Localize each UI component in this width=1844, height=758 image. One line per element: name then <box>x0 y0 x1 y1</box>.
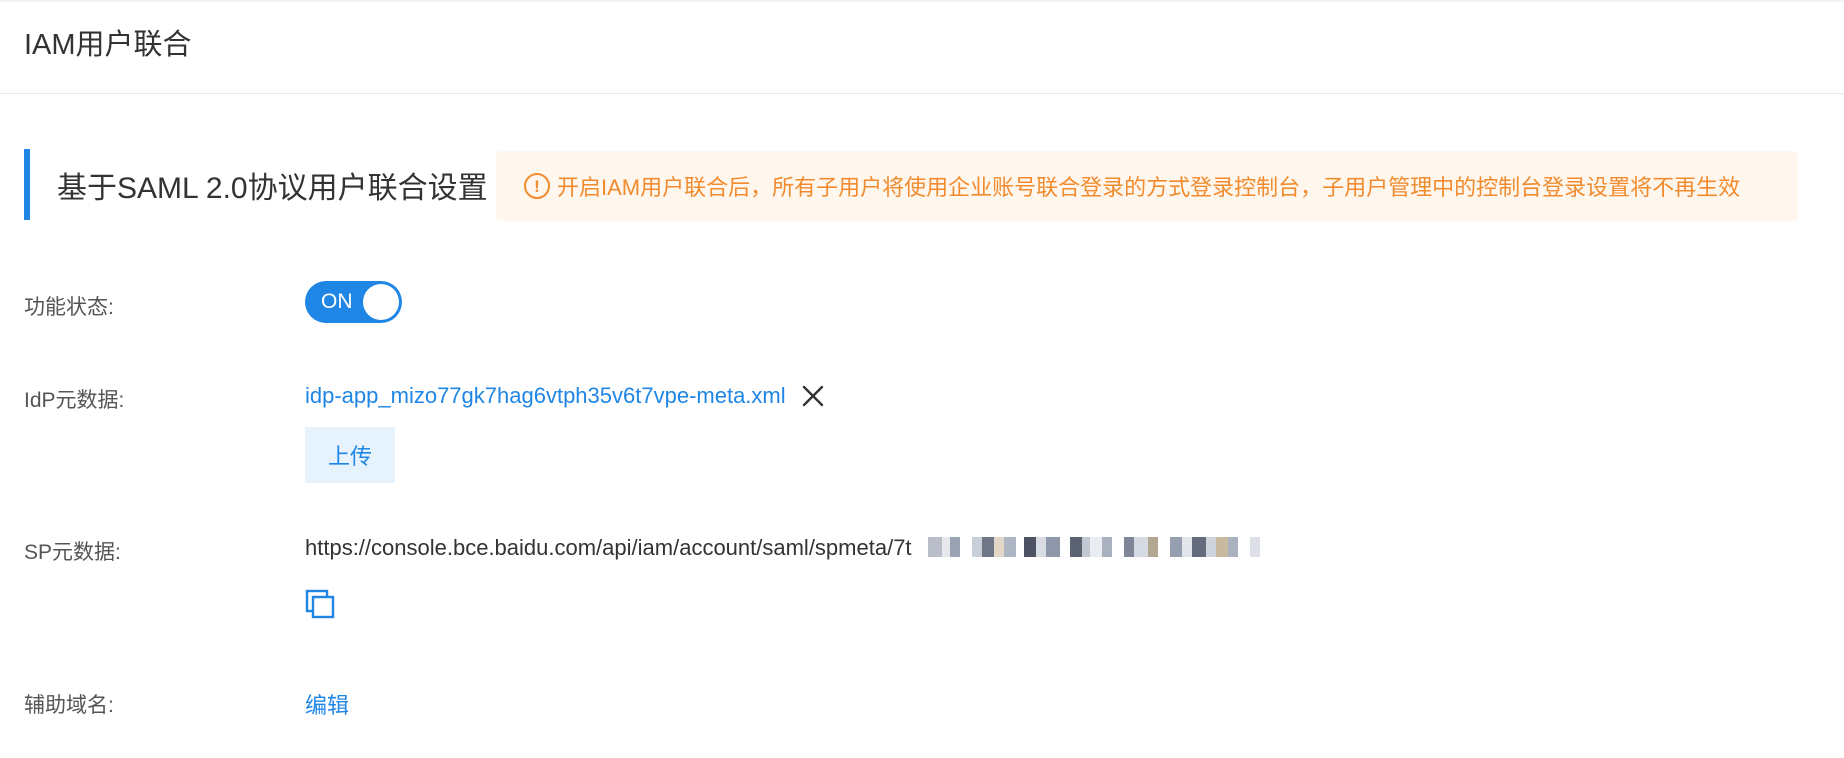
sp-metadata-url: https://console.bce.baidu.com/api/iam/ac… <box>305 535 912 560</box>
warning-notice-text: 开启IAM用户联合后，所有子用户将使用企业账号联合登录的方式登录控制台，子用户管… <box>557 175 1741 200</box>
exclamation-icon: ! <box>524 173 550 199</box>
page-header: IAM用户联合 <box>0 2 1844 94</box>
copy-icon[interactable] <box>305 589 337 621</box>
toggle-state-text: ON <box>321 290 353 313</box>
page-title: IAM用户联合 <box>24 28 192 61</box>
warning-notice: ! 开启IAM用户联合后，所有子用户将使用企业账号联合登录的方式登录控制台，子用… <box>496 151 1798 221</box>
auxiliary-domain-label: 辅助域名: <box>24 694 114 717</box>
upload-button[interactable]: 上传 <box>305 427 395 483</box>
status-label: 功能状态: <box>24 296 114 319</box>
sp-metadata-label: SP元数据: <box>24 541 121 564</box>
status-toggle[interactable]: ON <box>305 281 402 323</box>
page: IAM用户联合 基于SAML 2.0协议用户联合设置 ! 开启IAM用户联合后，… <box>0 0 1844 758</box>
idp-metadata-label: IdP元数据: <box>24 389 125 412</box>
close-icon[interactable] <box>801 384 825 408</box>
redacted-url-tail <box>928 537 1300 557</box>
section-title: 基于SAML 2.0协议用户联合设置 <box>57 171 488 205</box>
edit-domain-link[interactable]: 编辑 <box>305 688 349 720</box>
toggle-knob <box>363 284 399 320</box>
section-accent-bar <box>24 149 30 220</box>
idp-metadata-file-link[interactable]: idp-app_mizo77gk7hag6vtph35v6t7vpe-meta.… <box>305 383 786 409</box>
section-header: 基于SAML 2.0协议用户联合设置 <box>24 149 488 220</box>
